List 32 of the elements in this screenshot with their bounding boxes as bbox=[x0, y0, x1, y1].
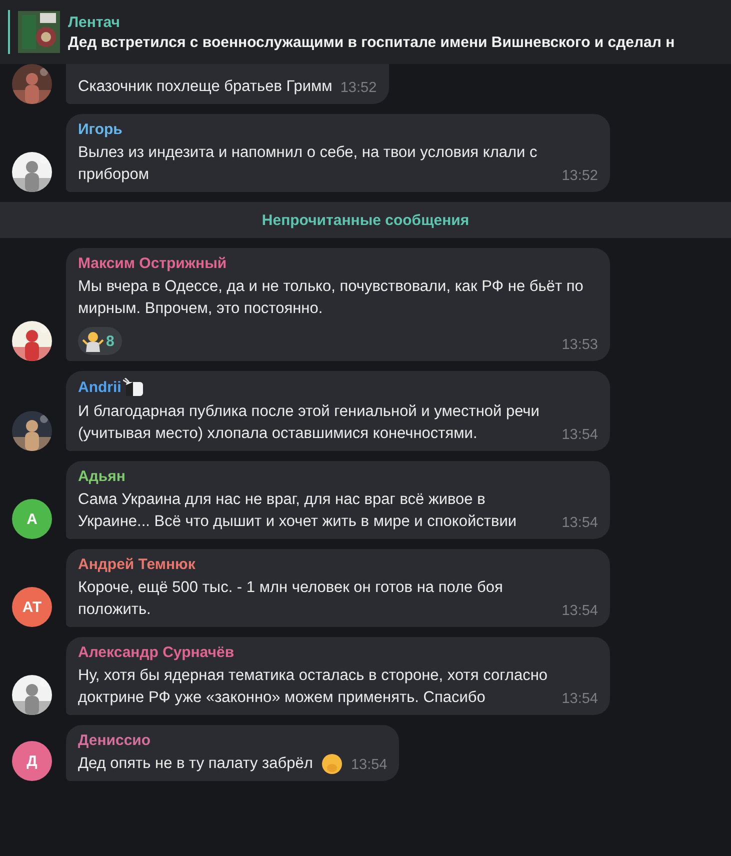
message-time: 13:54 bbox=[350, 756, 388, 775]
sender-name[interactable]: Андрей Темнюк bbox=[78, 556, 196, 574]
sender-name[interactable]: Адьян bbox=[78, 468, 126, 486]
sender-name[interactable]: Andrii bbox=[78, 379, 122, 397]
message-time: 13:53 bbox=[562, 336, 598, 355]
message-text: Сказочник похлеще братьев Гримм bbox=[78, 77, 332, 97]
reaction-button[interactable]: 8 bbox=[78, 327, 122, 355]
pinned-message-bar[interactable]: Лентач Дед встретился с военнослужащими в госпитале имени Вишневского и сделал н bbox=[0, 0, 731, 64]
sender-name[interactable]: Дениссио bbox=[78, 732, 151, 750]
message-text: Ну, хотя бы ядерная тематика осталась в стороне, хотя согласно доктрине РФ уже «законно» можем применять. Спасибо bbox=[78, 666, 549, 708]
message-time: 13:54 bbox=[562, 426, 598, 445]
message-text: Вылез из индезита и напомнил о себе, на твои условия клали с прибором bbox=[78, 143, 538, 185]
message-text: Дед опять не в ту палату забрёл bbox=[78, 754, 313, 774]
message-text: И благодарная публика после этой гениальной и уместной речи (учитывая место) хлопала оставшимися конечностями. bbox=[78, 402, 540, 444]
shrug-icon bbox=[82, 330, 104, 352]
message-time: 13:52 bbox=[562, 167, 598, 186]
unread-label: Непрочитанные сообщения bbox=[262, 212, 470, 228]
sender-name[interactable]: Максим Острижный bbox=[78, 255, 227, 273]
message-time: 13:52 bbox=[340, 79, 377, 98]
avatar[interactable]: АТ bbox=[12, 587, 52, 627]
message-time: 13:54 bbox=[562, 690, 598, 709]
sender-name[interactable]: Игорь bbox=[78, 121, 122, 139]
avatar[interactable]: Д bbox=[12, 741, 52, 781]
avatar[interactable]: А bbox=[12, 499, 52, 539]
sender-name[interactable]: Александр Сурначёв bbox=[78, 644, 234, 662]
message-text: Сама Украина для нас не враг, для нас враг всё живое в Украине... Всё что дышит и хочет жить в мире и спокойствии bbox=[78, 490, 518, 532]
pinned-title: Лентач bbox=[68, 14, 120, 30]
message-time: 13:54 bbox=[562, 514, 598, 533]
message-text: Короче, ещё 500 тыс. - 1 млн человек он готов на поле боя положить. bbox=[78, 578, 504, 620]
message-time: 13:54 bbox=[562, 602, 598, 621]
message-text: Мы вчера в Одессе, да и не только, почувствовали, как РФ не бьёт по мирным. Впрочем, это постоянно. bbox=[78, 277, 584, 319]
pinned-text: Дед встретился с военнослужащими в госпитале имени Вишневского и сделал н bbox=[68, 34, 675, 50]
